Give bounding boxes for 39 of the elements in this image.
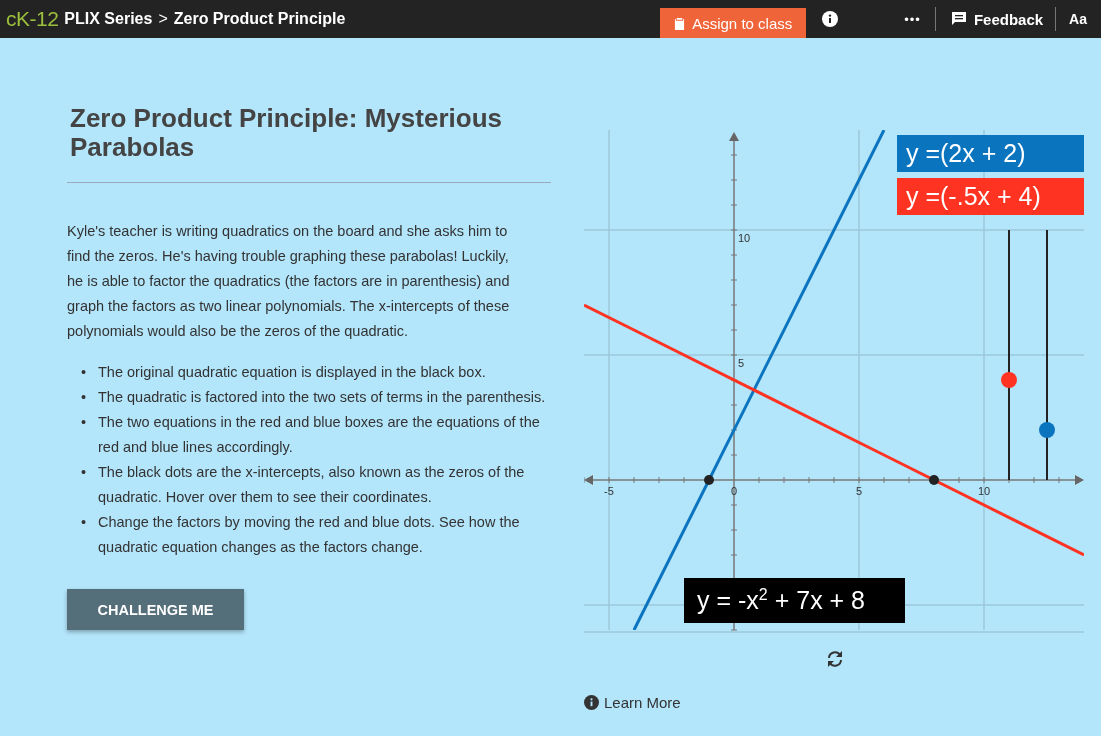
bullet-item: Change the factors by moving the red and blue dots. See how the quadratic equation changes as the factors change. bbox=[98, 513, 521, 557]
slider-handle[interactable] bbox=[1001, 372, 1017, 388]
more-menu[interactable]: ••• bbox=[904, 11, 921, 27]
challenge-button[interactable]: CHALLENGE ME bbox=[67, 589, 244, 630]
axis-tick-label: 5 bbox=[738, 357, 745, 369]
bullet-marker: • bbox=[81, 413, 88, 432]
bullet-item: The quadratic is factored into the two sets of terms in the parenthesis. bbox=[98, 388, 546, 407]
bullet-item: The original quadratic equation is displayed in the black box. bbox=[98, 363, 486, 382]
lesson-title: Zero Product Principle: Mysterious Parabolas bbox=[70, 104, 503, 162]
bullet-marker: • bbox=[81, 363, 88, 382]
comment-icon bbox=[951, 12, 966, 26]
breadcrumb-separator: > bbox=[158, 10, 168, 28]
logo[interactable]: cK-12 bbox=[6, 7, 59, 31]
bullet-marker: • bbox=[81, 513, 88, 532]
info-icon bbox=[584, 695, 599, 710]
quadratic-equation: y = -x$^{2}$ + 7x + 8 bbox=[684, 578, 905, 623]
axis-tick-label: 5 bbox=[855, 485, 863, 497]
line-equation: y =(-.5x + 4) bbox=[897, 178, 1084, 215]
bullet-item: The two equations in the red and blue boxes are the equations of the red and blue lines accordingly. bbox=[98, 413, 541, 457]
axis-tick-label: -5 bbox=[604, 485, 614, 497]
axis-tick-label: 10 bbox=[738, 232, 751, 244]
slider-handle[interactable] bbox=[1039, 422, 1055, 438]
breadcrumb-link[interactable]: PLIX Series bbox=[64, 10, 153, 28]
line-equation: y =(2x + 2) bbox=[897, 135, 1084, 172]
learn-more-link[interactable]: Learn More bbox=[584, 694, 681, 711]
info-icon[interactable] bbox=[822, 11, 839, 27]
bullet-marker: • bbox=[81, 388, 88, 407]
clipboard-icon bbox=[674, 16, 686, 30]
font-size-button[interactable]: Aa bbox=[1056, 11, 1101, 27]
bullet-item: The black dots are the x-intercepts, also known as the zeros of the quadratic. Hover over them to see their coordinates. bbox=[98, 463, 526, 507]
intercept-dot[interactable] bbox=[929, 475, 939, 485]
page-title: Zero Product Principle bbox=[173, 10, 346, 28]
feedback-link[interactable]: Feedback bbox=[935, 10, 1056, 28]
intro-paragraph: Kyle's teacher is writing quadratics on the board and she asks him to find the zeros. He's having trouble graphing these parabolas! Luckily, he is able to factor the quadratics (the factors are in parenthesis) and graph the factors as two linear polynomials. The x-intercepts of these polynomials would also be the zeros of the quadratic. bbox=[67, 222, 511, 341]
reset-icon[interactable] bbox=[825, 650, 844, 668]
bullet-marker: • bbox=[81, 463, 88, 482]
axis-tick-label: 10 bbox=[977, 485, 991, 497]
axis-tick-label: 0 bbox=[730, 485, 738, 497]
intercept-dot[interactable] bbox=[704, 475, 714, 485]
